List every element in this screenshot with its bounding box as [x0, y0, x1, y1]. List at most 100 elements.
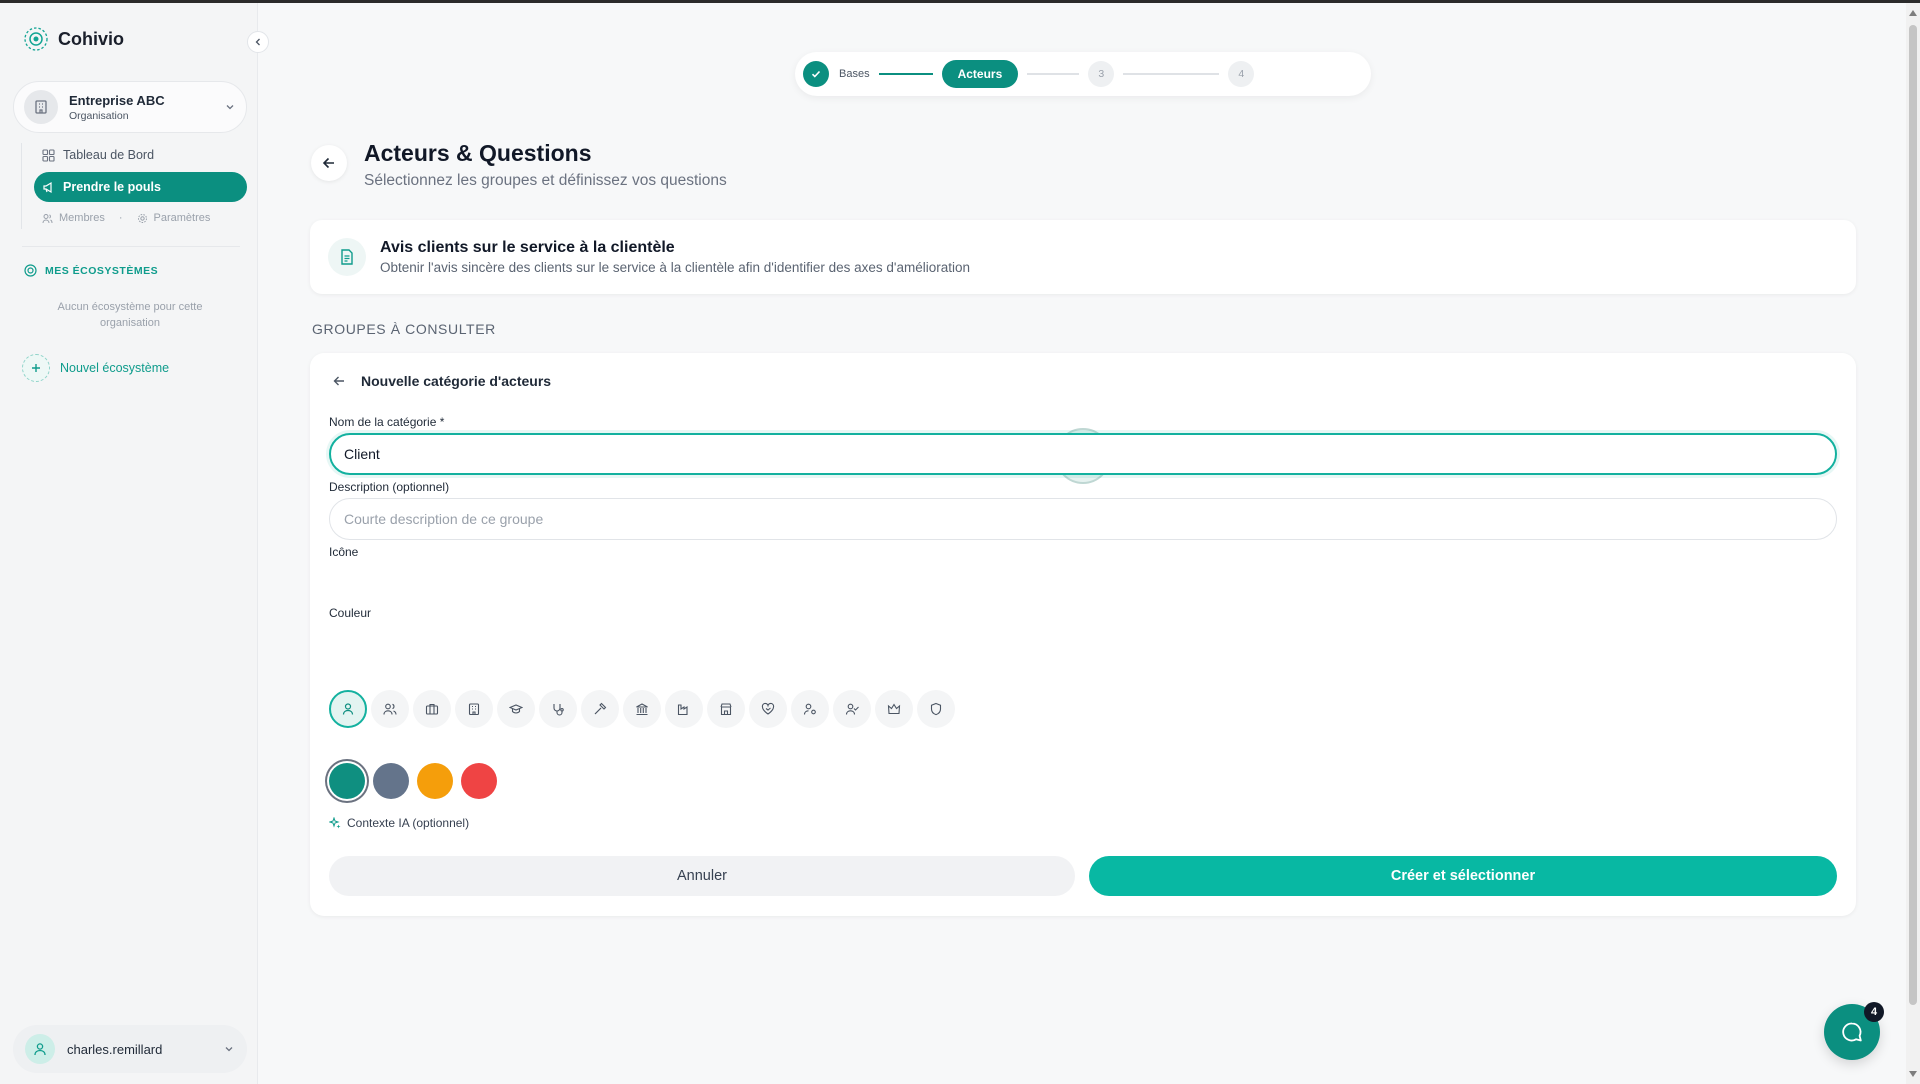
briefcase-icon: [425, 703, 439, 715]
scroll-down-arrow[interactable]: [1909, 1071, 1917, 1077]
icon-option-heart-handshake[interactable]: [749, 690, 787, 728]
icon-option-crown[interactable]: [875, 690, 913, 728]
brand-name: Cohivio: [58, 28, 124, 49]
page-subtitle: Sélectionnez les groupes et définissez v…: [364, 172, 727, 189]
sidebar: Cohivio Entreprise ABC Organisation Tabl…: [0, 3, 258, 1084]
sidebar-link-parametres[interactable]: Paramètres: [154, 212, 211, 224]
organization-name: Entreprise ABC: [69, 92, 165, 108]
factory-icon: [677, 704, 688, 716]
nav-rail: [21, 143, 22, 229]
separator-dot: ·: [118, 212, 123, 224]
grid-icon: [42, 148, 55, 162]
icon-option-landmark[interactable]: [623, 690, 661, 728]
building-icon: [468, 703, 480, 716]
ai-context-label: Contexte IA (optionnel): [347, 816, 470, 830]
store-icon: [720, 703, 732, 716]
color-swatch-orange[interactable]: [417, 763, 453, 799]
ai-context-toggle[interactable]: Contexte IA (optionnel): [329, 816, 469, 830]
color-swatch-red[interactable]: [461, 763, 497, 799]
notification-badge: 4: [1864, 1002, 1884, 1022]
form-header: Nouvelle catégorie d'acteurs: [332, 373, 551, 389]
divider: [22, 246, 240, 247]
page-title: Acteurs & Questions: [364, 140, 592, 166]
user-menu[interactable]: charles.remillard: [13, 1025, 247, 1073]
new-ecosystem-button[interactable]: Nouvel écosystème: [22, 354, 169, 382]
brand[interactable]: Cohivio: [22, 25, 124, 53]
users-icon: [383, 703, 397, 715]
step-connector: [1123, 73, 1220, 75]
step-active-acteurs[interactable]: Acteurs: [941, 60, 1019, 88]
sidebar-sub-links: Membres · Paramètres: [42, 212, 210, 224]
collapse-sidebar-button[interactable]: [247, 31, 269, 53]
users-icon: [42, 213, 53, 223]
icon-option-hammer[interactable]: [581, 690, 619, 728]
chevron-down-icon: [225, 1047, 233, 1052]
color-label: Couleur: [329, 606, 372, 620]
cancel-button[interactable]: Annuler: [329, 856, 1075, 896]
create-and-select-button[interactable]: Créer et sélectionner: [1089, 856, 1837, 896]
check-icon: [811, 70, 821, 78]
icon-option-graduation-cap[interactable]: [497, 690, 535, 728]
category-name-label: Nom de la catégorie *: [329, 415, 445, 429]
user-icon: [25, 1034, 55, 1064]
document-icon: [328, 238, 366, 276]
icon-option-stethoscope[interactable]: [539, 690, 577, 728]
organization-switcher[interactable]: Entreprise ABC Organisation: [13, 81, 247, 133]
cohivio-logo-icon: [24, 27, 48, 51]
scroll-up-arrow[interactable]: [1909, 10, 1917, 16]
user-icon: [342, 703, 354, 715]
shield-icon: [930, 702, 942, 716]
step-done-check[interactable]: [803, 61, 829, 87]
plus-icon: [22, 354, 50, 382]
icon-label: Icône: [329, 545, 359, 559]
chevron-down-icon: [226, 105, 234, 110]
step-4: 4: [1228, 61, 1255, 87]
user-name: charles.remillard: [67, 1041, 163, 1057]
sidebar-link-membres[interactable]: Membres: [59, 212, 105, 224]
page-scrollbar[interactable]: [1906, 3, 1920, 1084]
description-input[interactable]: Courte description de ce groupe: [329, 498, 1837, 540]
icon-option-user-cog[interactable]: [791, 690, 829, 728]
window-top-border: [0, 0, 1920, 3]
stethoscope-icon: [553, 704, 564, 716]
hammer-icon: [594, 702, 607, 715]
arrow-left-icon: [322, 157, 334, 169]
progress-stepper: Bases Acteurs 3 4: [795, 52, 1371, 96]
sidebar-item-prendre-le-pouls[interactable]: Prendre le pouls: [34, 172, 247, 202]
chevron-left-icon: [255, 38, 260, 46]
icon-option-building[interactable]: [455, 690, 493, 728]
survey-summary-card: Avis clients sur le service à la clientè…: [310, 220, 1856, 294]
new-category-form: Nouvelle catégorie d'acteurs Nom de la c…: [310, 353, 1856, 916]
icon-option-user[interactable]: [329, 690, 367, 728]
step-label-bases[interactable]: Bases: [839, 68, 870, 80]
icon-option-store[interactable]: [707, 690, 745, 728]
survey-title: Avis clients sur le service à la clientè…: [380, 239, 675, 256]
scroll-thumb[interactable]: [1909, 25, 1917, 1005]
icon-option-factory[interactable]: [665, 690, 703, 728]
ecosystems-section-label: MES ÉCOSYSTÈMES: [24, 264, 158, 277]
category-name-input[interactable]: Client: [329, 433, 1837, 475]
target-icon: [24, 264, 37, 277]
step-3: 3: [1088, 61, 1115, 87]
megaphone-icon: [43, 181, 52, 193]
section-label-text: MES ÉCOSYSTÈMES: [45, 264, 159, 277]
gear-icon: [137, 213, 147, 223]
groups-section-label: GROUPES À CONSULTER: [312, 321, 496, 337]
icon-option-briefcase[interactable]: [413, 690, 451, 728]
color-picker: [329, 763, 497, 799]
icon-option-user-check[interactable]: [833, 690, 871, 728]
sidebar-item-tableau-de-bord[interactable]: Tableau de Bord: [34, 140, 162, 170]
building-icon: [24, 90, 58, 124]
icon-option-shield[interactable]: [917, 690, 955, 728]
icon-option-users[interactable]: [371, 690, 409, 728]
color-swatch-slate[interactable]: [373, 763, 409, 799]
graduation-cap-icon: [509, 704, 523, 714]
arrow-left-icon[interactable]: [332, 374, 346, 388]
color-swatch-teal[interactable]: [329, 763, 365, 799]
sidebar-item-label: Tableau de Bord: [63, 148, 155, 162]
step-connector: [878, 73, 933, 75]
survey-description: Obtenir l'avis sincère des clients sur l…: [380, 260, 971, 275]
sidebar-item-label: Prendre le pouls: [63, 180, 161, 194]
back-button[interactable]: [311, 145, 347, 181]
step-connector: [1027, 73, 1080, 75]
